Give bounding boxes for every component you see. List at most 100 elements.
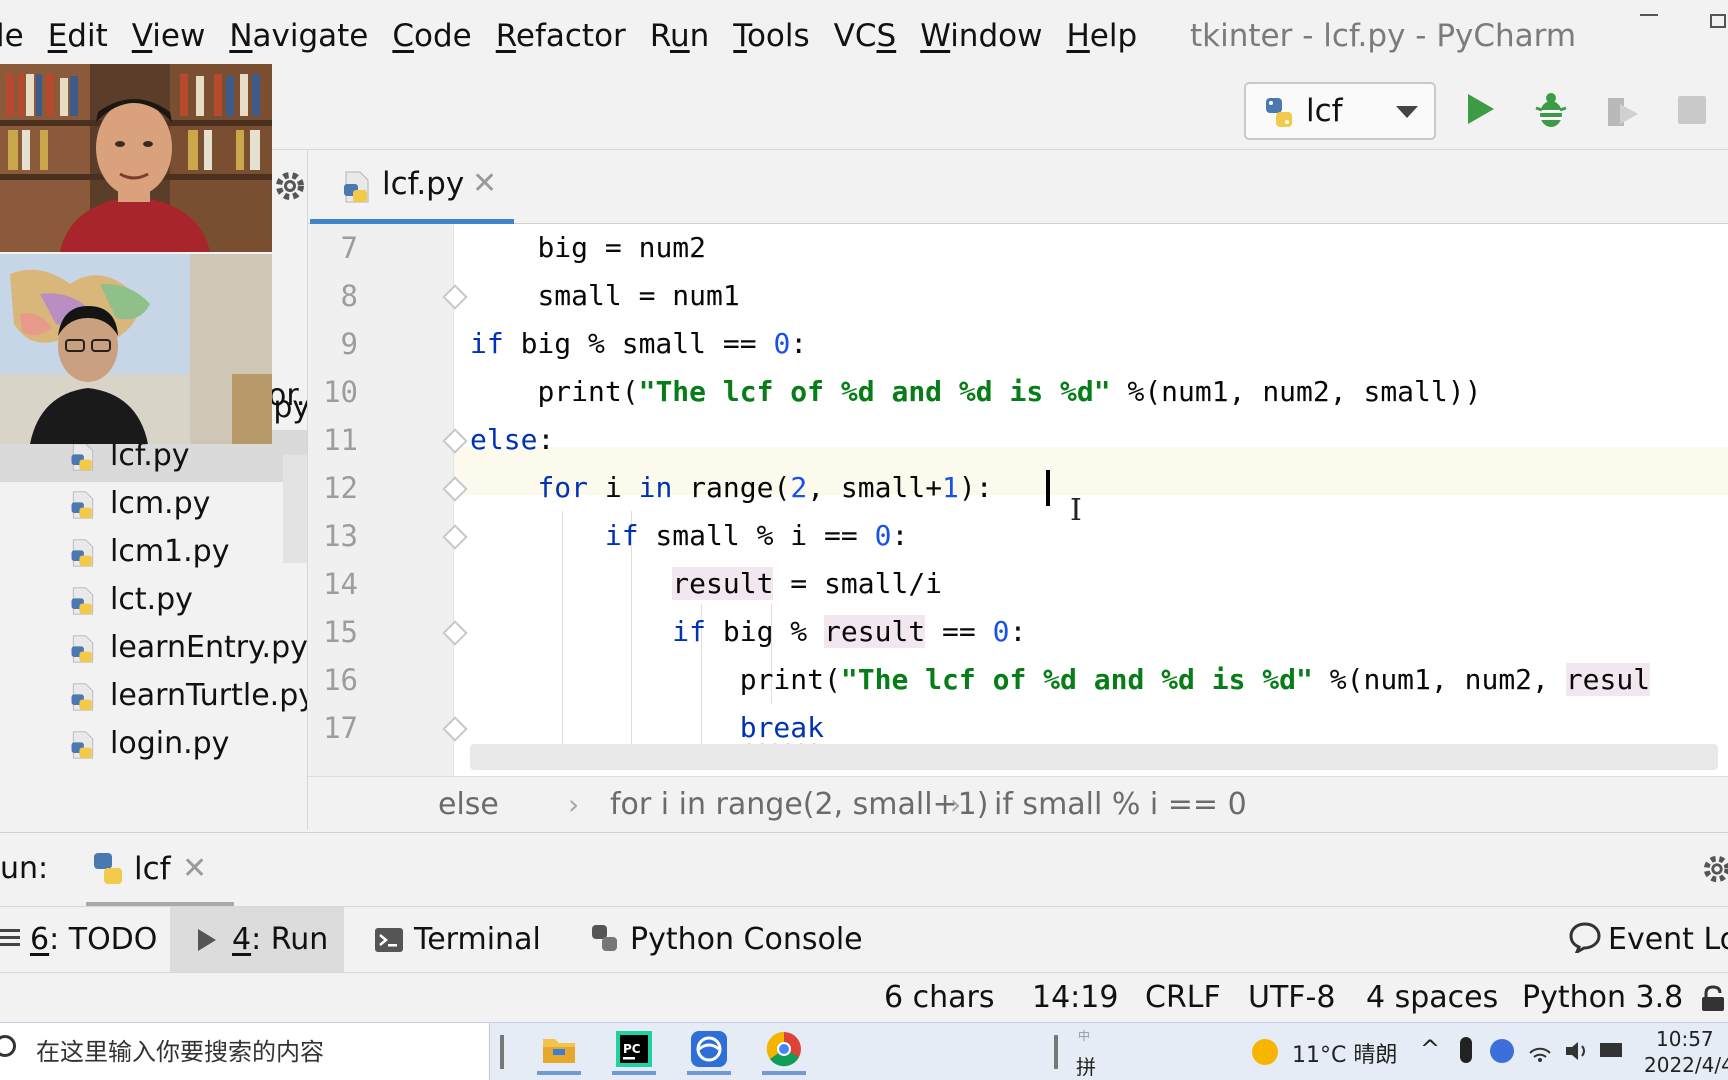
python-file-icon [90,851,126,891]
feishu-app-icon[interactable] [683,1027,735,1075]
menu-item-text: le [0,18,24,54]
debug-icon[interactable] [1534,90,1568,130]
file-tree-item[interactable]: login.py [0,718,307,770]
line-number: 16 [323,663,358,697]
chevron-up-icon[interactable]: ^ [1420,1035,1440,1063]
taskbar-search-box[interactable]: 在这里输入你要搜索的内容 [0,1023,490,1080]
restore-window-icon[interactable] [1710,14,1726,28]
menu-item[interactable]: Navigate [217,14,380,58]
clock-date[interactable]: 2022/4/4 [1644,1053,1728,1077]
svg-text:PC: PC [623,1042,641,1056]
wifi-icon[interactable] [1528,1039,1552,1067]
gear-icon[interactable] [272,168,308,208]
close-icon[interactable]: ✕ [472,164,497,204]
line-separator[interactable]: CRLF [1145,973,1221,1023]
python-file-icon [68,682,98,716]
breadcrumb-item[interactable]: else [438,777,499,833]
python-file-icon [68,730,98,764]
menu-item[interactable]: Window [908,14,1054,58]
tab-terminal[interactable]: Terminal [374,907,554,973]
menu-item[interactable]: Code [380,14,483,58]
network-app-icon[interactable] [1490,1039,1514,1063]
breadcrumb-item[interactable]: for i in range(2, small+1) [610,777,988,833]
tab-run[interactable]: 4: Run [170,907,344,973]
sidebar-scrollbar[interactable] [283,455,307,563]
menu-item[interactable]: Edit [36,14,120,58]
file-tree-item[interactable]: lcm.py [0,478,307,530]
gear-icon[interactable] [1700,852,1728,890]
lock-icon[interactable] [1700,985,1726,1017]
tab-todo[interactable]: 6: TODO [0,907,170,973]
code-token: 0 [992,615,1010,648]
ime-mode[interactable]: 拼 [1076,1051,1096,1080]
code-line: if big % small == 0: [470,320,807,368]
caret-position[interactable]: 14:19 [1032,973,1118,1023]
ime-mode-top[interactable]: 中 [1078,1027,1090,1044]
menu-item-text: iew [152,18,206,54]
menu-item[interactable]: Run [638,14,721,58]
pycharm-app-icon[interactable]: PC [608,1027,660,1075]
file-explorer-app-icon[interactable] [533,1027,585,1075]
file-tree-item[interactable]: lct.py [0,574,307,626]
code-token: print( [739,663,841,696]
editor-horizontal-scrollbar[interactable] [470,744,1718,770]
menu-item-mnemonic: W [920,18,951,54]
line-number: 14 [323,567,358,601]
microphone-icon[interactable] [1460,1037,1472,1063]
chrome-app-icon[interactable] [758,1027,810,1075]
file-tree-item[interactable]: learnTurtle.py [0,670,307,722]
breadcrumb-item[interactable]: if small % i == 0 [994,777,1247,833]
menu-item-text: dit [67,18,108,54]
menu-item-mnemonic: V [131,18,153,54]
python-console-icon [590,911,620,977]
status-bar: 6 chars 14:19 CRLF UTF-8 4 spaces Python… [0,972,1728,1022]
run-icon[interactable] [1468,94,1494,124]
menu-item-mnemonic: u [669,18,690,54]
code-line: print("The lcf of %d and %d is %d" %(num… [470,656,1651,704]
minimize-window-icon[interactable] [1640,14,1658,16]
app-running-indicator [687,1071,731,1075]
run-tab-lcf[interactable]: lcf ✕ [86,833,234,907]
tab-python-console[interactable]: Python Console [590,907,863,973]
toolbar: lcf [272,72,1728,150]
run-configuration-selector[interactable]: lcf [1244,82,1436,140]
selection-chars: 6 chars [884,980,995,1015]
code-token: ): [958,471,1010,504]
menu-item[interactable]: Refactor [484,14,638,58]
clock-time[interactable]: 10:57 [1656,1027,1714,1051]
file-tree-item[interactable]: learnEntry.py [0,622,307,674]
battery-icon[interactable] [1600,1043,1622,1057]
run-panel-header: un: lcf ✕ [0,832,1728,907]
terminal-label: Terminal [414,922,541,957]
code-token: : [537,423,555,456]
code-editor[interactable]: 7 8 9 10 11 12 13 14 15 16 17 big = num2 small = n… [308,224,1728,776]
indent-setting[interactable]: 4 spaces [1366,973,1498,1023]
coverage-icon[interactable] [1604,92,1642,130]
code-token: print( [537,375,639,408]
menu-item[interactable]: Help [1054,14,1149,58]
menu-item-text: elp [1089,18,1138,54]
menu-item[interactable]: Tools [721,14,821,58]
file-encoding[interactable]: UTF-8 [1248,973,1335,1023]
weather-text[interactable]: 11°C 晴朗 [1292,1037,1397,1069]
menu-item-mnemonic: N [229,18,253,54]
code-line: for i in range(2, small+1): [470,464,1009,512]
code-token: if [604,519,639,552]
tab-label: lcf.py [382,166,465,202]
menu-item[interactable]: View [120,14,218,58]
tab-event-log[interactable]: Event Log [1568,907,1728,973]
code-token: 0 [874,519,892,552]
code-token: big = num2 [537,231,707,264]
tab-lcf-py[interactable]: lcf.py ✕ [310,150,514,224]
close-icon[interactable]: ✕ [182,845,207,893]
file-tree-item[interactable]: lcm1.py [0,526,307,578]
stop-icon[interactable] [1678,96,1706,124]
menu-item[interactable]: le [0,14,36,58]
run-configuration-label: lcf [1306,93,1343,129]
code-token: == [925,615,993,648]
code-token: resul [1565,663,1651,696]
menu-item[interactable]: VCS [822,14,909,58]
code-line: if big % result == 0: [470,608,1026,656]
python-interpreter[interactable]: Python 3.8 [1522,973,1683,1023]
volume-icon[interactable] [1564,1039,1590,1067]
